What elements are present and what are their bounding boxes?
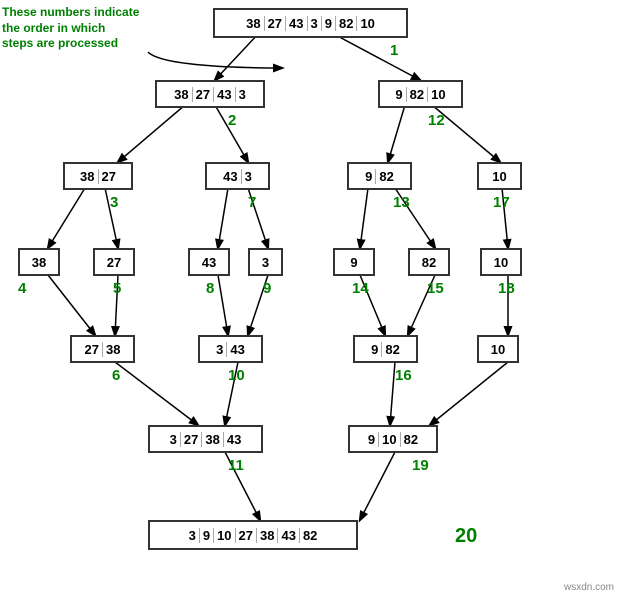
- step-12: 12: [428, 112, 445, 129]
- node-7: 433: [205, 162, 270, 190]
- node-9: 3: [248, 248, 283, 276]
- step-7: 7: [248, 194, 256, 211]
- step-15: 15: [427, 280, 444, 297]
- step-6: 6: [112, 367, 120, 384]
- node-18b: 10: [477, 335, 519, 363]
- step-1: 1: [390, 42, 398, 59]
- node-13: 982: [347, 162, 412, 190]
- step-11: 11: [228, 457, 244, 474]
- step-5: 5: [113, 280, 121, 297]
- node-6: 2738: [70, 335, 135, 363]
- node-19: 91082: [348, 425, 438, 453]
- node-8: 43: [188, 248, 230, 276]
- step-9: 9: [263, 280, 271, 297]
- node-14: 9: [333, 248, 375, 276]
- node-5: 27: [93, 248, 135, 276]
- node-3: 3827: [63, 162, 133, 190]
- node-11: 3273843: [148, 425, 263, 453]
- step-13: 13: [393, 194, 410, 211]
- node-2: 3827433: [155, 80, 265, 108]
- step-8: 8: [206, 280, 214, 297]
- step-16: 16: [395, 367, 412, 384]
- node-15: 82: [408, 248, 450, 276]
- annotation: These numbers indicate the order in whic…: [2, 5, 139, 52]
- node-16: 982: [353, 335, 418, 363]
- arrows-svg: [0, 0, 618, 595]
- step-3: 3: [110, 194, 118, 211]
- node-18: 10: [480, 248, 522, 276]
- step-2: 2: [228, 112, 236, 129]
- step-20: 20: [455, 525, 477, 548]
- step-4: 4: [18, 280, 26, 297]
- node-1: 382743398210: [213, 8, 408, 38]
- node-10: 343: [198, 335, 263, 363]
- step-14: 14: [352, 280, 369, 297]
- node-20: 391027384382: [148, 520, 358, 550]
- step-18: 18: [498, 280, 515, 297]
- step-10: 10: [228, 367, 245, 384]
- node-4: 38: [18, 248, 60, 276]
- diagram: These numbers indicate the order in whic…: [0, 0, 618, 595]
- step-19: 19: [412, 457, 429, 474]
- node-12: 98210: [378, 80, 463, 108]
- watermark: wsxdn.com: [564, 582, 614, 593]
- node-17: 10: [477, 162, 522, 190]
- step-17: 17: [493, 194, 510, 211]
